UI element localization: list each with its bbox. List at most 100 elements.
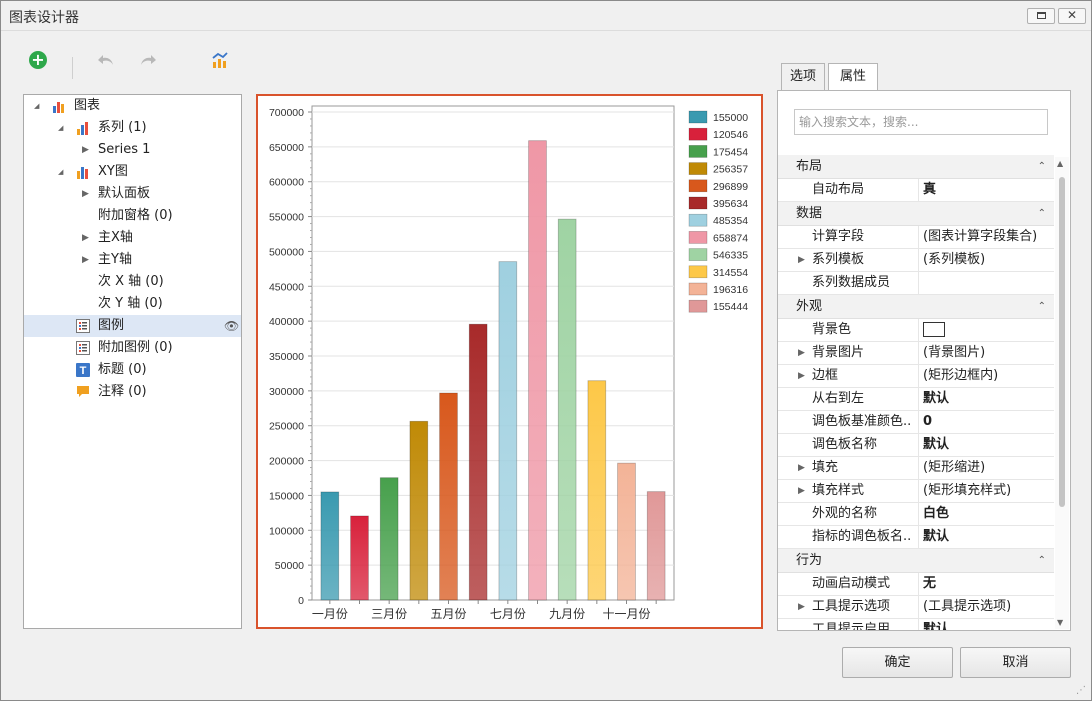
resize-grip-icon[interactable]: ⋰ (1076, 685, 1086, 696)
property-row[interactable]: 外观的名称 白色 (778, 503, 1054, 526)
expand-arrow-icon[interactable]: ▶ (798, 480, 805, 502)
tree-item[interactable]: 图例 👁 (24, 315, 241, 337)
property-category[interactable]: 布局 ⌃ (778, 155, 1054, 179)
property-category[interactable]: 行为 ⌃ (778, 549, 1054, 573)
property-value[interactable] (918, 272, 1054, 294)
property-row[interactable]: ▶ 边框 (矩形边框内) (778, 365, 1054, 388)
property-value[interactable]: 默认 (918, 619, 1054, 630)
legend-swatch (688, 162, 708, 175)
tree-item[interactable]: ◢ XY图 (24, 161, 241, 183)
property-value[interactable]: (矩形缩进) (918, 457, 1054, 479)
tree-item[interactable]: ▶ 主X轴 (24, 227, 241, 249)
property-value[interactable]: 默认 (918, 434, 1054, 456)
property-value[interactable]: 0 (918, 411, 1054, 433)
tab-properties[interactable]: 属性 (828, 63, 878, 91)
tree-item[interactable]: 次 X 轴 (0) (24, 271, 241, 293)
property-row[interactable]: 计算字段 (图表计算字段集合) (778, 226, 1054, 249)
property-value[interactable] (918, 319, 1054, 341)
close-button[interactable]: ✕ (1058, 8, 1086, 24)
category-label: 布局 (796, 159, 823, 174)
expand-arrow-icon[interactable]: ▶ (82, 249, 89, 271)
maximize-button[interactable] (1027, 8, 1055, 24)
property-row[interactable]: 动画启动模式 无 (778, 573, 1054, 596)
undo-icon[interactable] (97, 53, 115, 67)
redo-icon[interactable] (139, 53, 157, 67)
close-icon: ✕ (1066, 8, 1078, 22)
property-row[interactable]: 指标的调色板名... 默认 (778, 526, 1054, 549)
search-input[interactable]: 输入搜索文本，搜索... (794, 109, 1048, 135)
property-row[interactable]: 调色板名称 默认 (778, 434, 1054, 457)
property-value[interactable]: (矩形填充样式) (918, 480, 1054, 502)
scroll-up-icon[interactable]: ▲ (1057, 159, 1063, 168)
y-tick-label: 650000 (269, 142, 304, 154)
property-value[interactable]: (背景图片) (918, 342, 1054, 364)
property-row[interactable]: 背景色 (778, 319, 1054, 342)
property-value[interactable]: (工具提示选项) (918, 596, 1054, 618)
property-value[interactable]: (矩形边框内) (918, 365, 1054, 387)
property-row[interactable]: ▶ 工具提示选项 (工具提示选项) (778, 596, 1054, 619)
collapse-chevron-icon[interactable]: ⌃ (1038, 549, 1046, 573)
property-value[interactable]: 默认 (918, 526, 1054, 548)
property-value[interactable]: 无 (918, 573, 1054, 595)
collapse-chevron-icon[interactable]: ⌃ (1038, 202, 1046, 226)
tab-options[interactable]: 选项 (781, 63, 825, 90)
property-row[interactable]: ▶ 背景图片 (背景图片) (778, 342, 1054, 365)
ok-button[interactable]: 确定 (842, 647, 953, 678)
tree-item[interactable]: ▶ 主Y轴 (24, 249, 241, 271)
cancel-button[interactable]: 取消 (960, 647, 1071, 678)
expand-arrow-icon[interactable]: ▶ (798, 342, 805, 364)
expand-arrow-icon[interactable]: ▶ (798, 249, 805, 271)
property-name: 背景图片 (812, 345, 865, 360)
property-row[interactable]: 调色板基准颜色... 0 (778, 411, 1054, 434)
expand-arrow-icon[interactable]: ▶ (798, 457, 805, 479)
expand-arrow-icon[interactable]: ▶ (82, 139, 89, 161)
collapse-arrow-icon[interactable]: ◢ (58, 161, 63, 183)
chart-wizard-icon[interactable] (211, 51, 229, 69)
expand-arrow-icon[interactable]: ▶ (798, 365, 805, 387)
collapse-chevron-icon[interactable]: ⌃ (1038, 295, 1046, 319)
property-row[interactable]: ▶ 填充 (矩形缩进) (778, 457, 1054, 480)
tree-item[interactable]: ◢ 图表 (24, 95, 241, 117)
tree-item[interactable]: T 标题 (0) (24, 359, 241, 381)
legend-icon (76, 319, 91, 333)
property-value[interactable]: 默认 (918, 388, 1054, 410)
collapse-arrow-icon[interactable]: ◢ (58, 117, 63, 139)
toolbar-separator (72, 57, 73, 79)
expand-arrow-icon[interactable]: ▶ (82, 183, 89, 205)
property-category[interactable]: 数据 ⌃ (778, 202, 1054, 226)
tree-item-label: 系列 (1) (98, 120, 147, 135)
collapse-chevron-icon[interactable]: ⌃ (1038, 155, 1046, 179)
tree-item[interactable]: ▶ 默认面板 (24, 183, 241, 205)
scroll-down-icon[interactable]: ▼ (1057, 618, 1063, 627)
tree-item[interactable]: ◢ 系列 (1) (24, 117, 241, 139)
property-category[interactable]: 外观 ⌃ (778, 295, 1054, 319)
y-tick-label: 700000 (269, 107, 304, 119)
chart-preview[interactable]: 0 50000 100000 150000 200000 250000 300000 3500… (256, 94, 763, 629)
property-row[interactable]: 系列数据成员 (778, 272, 1054, 295)
property-value[interactable]: 白色 (918, 503, 1054, 525)
property-row[interactable]: ▶ 填充样式 (矩形填充样式) (778, 480, 1054, 503)
scroll-thumb[interactable] (1059, 177, 1065, 507)
expand-arrow-icon[interactable]: ▶ (82, 227, 89, 249)
property-value[interactable]: (系列模板) (918, 249, 1054, 271)
property-name: 指标的调色板名... (812, 529, 912, 544)
color-swatch[interactable] (923, 322, 945, 337)
property-value[interactable]: 真 (918, 179, 1054, 201)
property-value[interactable]: (图表计算字段集合) (918, 226, 1054, 248)
property-name: 工具提示启用 (812, 622, 891, 631)
tree-item[interactable]: 附加窗格 (0) (24, 205, 241, 227)
tree-item[interactable]: 次 Y 轴 (0) (24, 293, 241, 315)
property-row[interactable]: 从右到左 默认 (778, 388, 1054, 411)
tree-item[interactable]: ▶ Series 1 (24, 139, 241, 161)
chart-element-tree[interactable]: ◢ 图表 ◢ 系列 (1) ▶ Series 1 ◢ XY图 ▶ 默认面板 附加窗格 (0) ▶ 主X轴… (23, 94, 242, 629)
add-element-icon[interactable]: + (29, 51, 47, 69)
visibility-eye-icon[interactable]: 👁 (224, 315, 239, 337)
collapse-arrow-icon[interactable]: ◢ (34, 95, 39, 117)
tree-item[interactable]: 附加图例 (0) (24, 337, 241, 359)
property-row[interactable]: ▶ 系列模板 (系列模板) (778, 249, 1054, 272)
property-row[interactable]: 自动布局 真 (778, 179, 1054, 202)
expand-arrow-icon[interactable]: ▶ (798, 596, 805, 618)
tree-item[interactable]: 注释 (0) (24, 381, 241, 403)
property-row[interactable]: 工具提示启用 默认 (778, 619, 1054, 631)
property-grid-scrollbar[interactable]: ▲ ▼ (1055, 157, 1069, 629)
